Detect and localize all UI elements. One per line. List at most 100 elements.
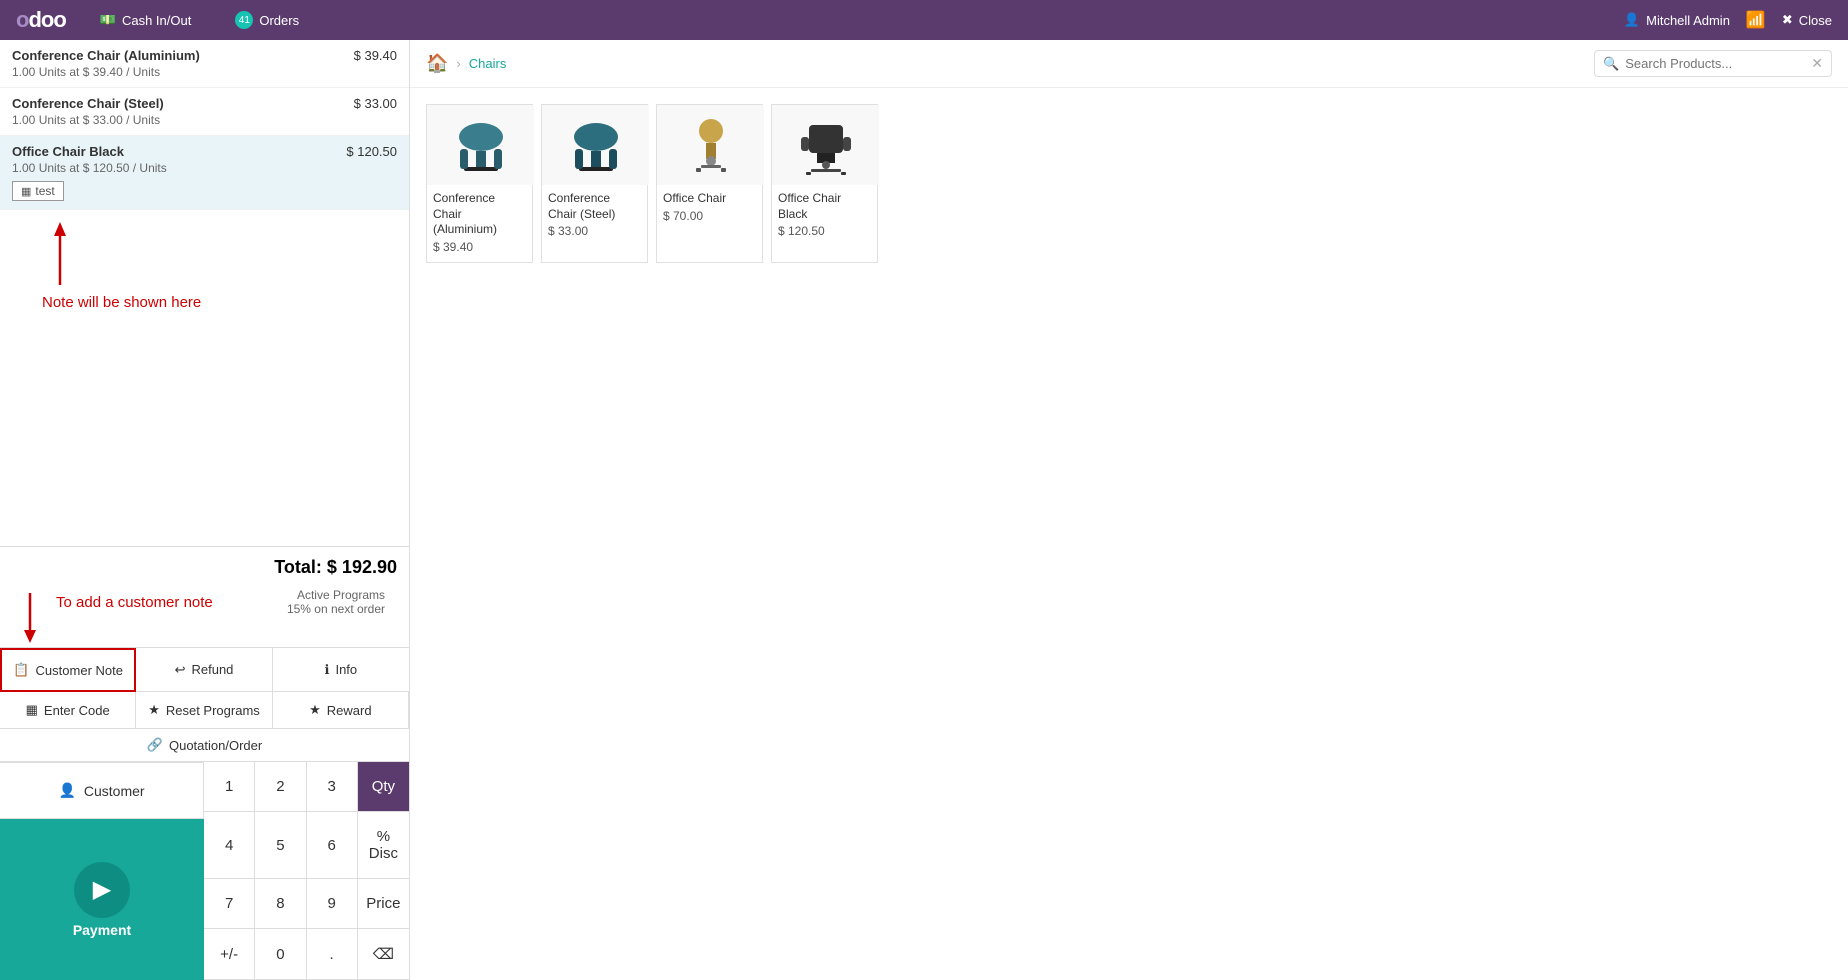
user-info[interactable]: 👤 Mitchell Admin: [1624, 12, 1730, 28]
active-programs-label: Active Programs: [287, 588, 385, 602]
product-card[interactable]: Conference Chair (Aluminium) $ 39.40: [426, 104, 533, 263]
main-layout: Conference Chair (Aluminium) $ 39.40 1.0…: [0, 40, 1848, 980]
product-name-2: Office Chair: [657, 185, 762, 209]
bottom-section: 👤 Customer ▶ Payment 1 2 3 Qty 4 5 6: [0, 762, 409, 980]
reward-button[interactable]: ★ Reward: [273, 692, 409, 729]
search-bar: 🔍 ✕: [1594, 50, 1832, 77]
search-icon: 🔍: [1603, 56, 1619, 72]
refund-icon: ↩: [175, 662, 186, 678]
num-qty[interactable]: Qty: [358, 762, 409, 812]
close-label: Close: [1799, 13, 1832, 28]
annotation-down: To add a customer note: [12, 588, 213, 643]
cash-in-out-button[interactable]: 💵 Cash In/Out: [90, 8, 202, 32]
num-plusminus[interactable]: +/-: [204, 929, 255, 980]
order-line[interactable]: Conference Chair (Steel) $ 33.00 1.00 Un…: [0, 88, 409, 136]
num-disc[interactable]: % Disc: [358, 812, 409, 879]
reset-programs-label: Reset Programs: [166, 703, 260, 718]
action-buttons-row1: 📋 Customer Note ↩ Refund ℹ Info: [0, 647, 409, 692]
product-image-1: [542, 105, 649, 185]
enter-code-button[interactable]: ▦ Enter Code: [0, 692, 136, 729]
product-name-0: Conference Chair (Aluminium): [427, 185, 532, 240]
refund-button[interactable]: ↩ Refund: [136, 648, 272, 692]
customer-label: Customer: [84, 783, 145, 799]
product-card[interactable]: Conference Chair (Steel) $ 33.00: [541, 104, 648, 263]
orders-button[interactable]: 41 Orders: [225, 7, 309, 33]
user-avatar-icon: 👤: [1624, 12, 1640, 28]
breadcrumb-separator: ›: [456, 56, 460, 71]
total-label: Total:: [274, 557, 322, 577]
order-line-name: Conference Chair (Steel): [12, 96, 164, 111]
quotation-label: Quotation/Order: [169, 738, 262, 753]
info-button[interactable]: ℹ Info: [273, 648, 409, 692]
reward-label: Reward: [327, 703, 372, 718]
order-line-header: Conference Chair (Aluminium) $ 39.40: [12, 48, 397, 63]
product-image-0: [427, 105, 534, 185]
order-line[interactable]: Conference Chair (Aluminium) $ 39.40 1.0…: [0, 40, 409, 88]
search-input[interactable]: [1625, 56, 1805, 71]
chair-svg-1: [561, 115, 631, 175]
num-backspace[interactable]: ⌫: [358, 929, 409, 980]
product-image-2: [657, 105, 764, 185]
product-browser: 🏠 › Chairs 🔍 ✕: [410, 40, 1848, 980]
order-line-price: $ 33.00: [354, 96, 397, 111]
office-chair-black-svg: [791, 115, 861, 175]
cash-in-out-label: Cash In/Out: [122, 13, 191, 28]
person-icon: 👤: [58, 782, 75, 799]
num-8[interactable]: 8: [255, 879, 306, 929]
enter-code-label: Enter Code: [44, 703, 110, 718]
wifi-status: 📶: [1746, 10, 1766, 30]
customer-note-button[interactable]: 📋 Customer Note: [0, 648, 136, 692]
customer-button[interactable]: 👤 Customer: [0, 762, 204, 818]
num-dot[interactable]: .: [307, 929, 358, 980]
order-line-header: Office Chair Black $ 120.50: [12, 144, 397, 159]
reset-programs-button[interactable]: ★ Reset Programs: [136, 692, 272, 729]
num-1[interactable]: 1: [204, 762, 255, 812]
product-name-3: Office Chair Black: [772, 185, 877, 224]
num-5[interactable]: 5: [255, 812, 306, 879]
payment-button[interactable]: ▶: [74, 862, 130, 918]
order-line-selected[interactable]: Office Chair Black $ 120.50 1.00 Units a…: [0, 136, 409, 210]
orders-badge: 41: [235, 11, 253, 29]
quotation-order-button[interactable]: 🔗 Quotation/Order: [0, 729, 409, 762]
username-label: Mitchell Admin: [1646, 13, 1730, 28]
num-price[interactable]: Price: [358, 879, 409, 929]
num-3[interactable]: 3: [307, 762, 358, 812]
code-icon: ▦: [26, 702, 38, 718]
payment-section: ▶ Payment: [0, 818, 204, 980]
product-price-0: $ 39.40: [427, 240, 532, 254]
left-payment-col: 👤 Customer ▶ Payment: [0, 762, 204, 980]
refund-label: Refund: [191, 662, 233, 677]
annotation-programs-row: To add a customer note Active Programs 1…: [0, 588, 409, 647]
num-4[interactable]: 4: [204, 812, 255, 879]
num-6[interactable]: 6: [307, 812, 358, 879]
search-clear-icon[interactable]: ✕: [1811, 55, 1823, 72]
product-card[interactable]: Office Chair Black $ 120.50: [771, 104, 878, 263]
order-line-price: $ 39.40: [354, 48, 397, 63]
num-2[interactable]: 2: [255, 762, 306, 812]
order-line-note: ▦ test: [12, 181, 64, 201]
product-price-3: $ 120.50: [772, 224, 877, 238]
num-7[interactable]: 7: [204, 879, 255, 929]
info-icon: ℹ: [325, 662, 330, 678]
numpad: 1 2 3 Qty 4 5 6 % Disc 7 8 9 Price +/- 0…: [204, 762, 409, 980]
close-button[interactable]: ✖ Close: [1782, 12, 1832, 28]
payment-label: Payment: [73, 922, 131, 938]
home-icon[interactable]: 🏠: [426, 53, 448, 74]
num-0[interactable]: 0: [255, 929, 306, 980]
breadcrumb-bar: 🏠 › Chairs 🔍 ✕: [410, 40, 1848, 88]
num-9[interactable]: 9: [307, 879, 358, 929]
top-navigation: odoo 💵 Cash In/Out 41 Orders 👤 Mitchell …: [0, 0, 1848, 40]
close-icon: ✖: [1782, 12, 1793, 28]
info-label: Info: [335, 662, 357, 677]
customer-note-label: Customer Note: [36, 663, 123, 678]
product-image-3: [772, 105, 879, 185]
annotation-up-text: Note will be shown here: [30, 294, 201, 311]
breadcrumb-item[interactable]: Chairs: [469, 56, 507, 71]
action-buttons-row2: ▦ Enter Code ★ Reset Programs ★ Reward: [0, 692, 409, 729]
wifi-icon: 📶: [1746, 10, 1766, 30]
note-icon: 📋: [13, 662, 29, 678]
arrow-right-icon: ▶: [93, 875, 111, 904]
product-price-2: $ 70.00: [657, 209, 762, 223]
total-section: Total: $ 192.90: [0, 546, 409, 588]
product-card[interactable]: Office Chair $ 70.00: [656, 104, 763, 263]
